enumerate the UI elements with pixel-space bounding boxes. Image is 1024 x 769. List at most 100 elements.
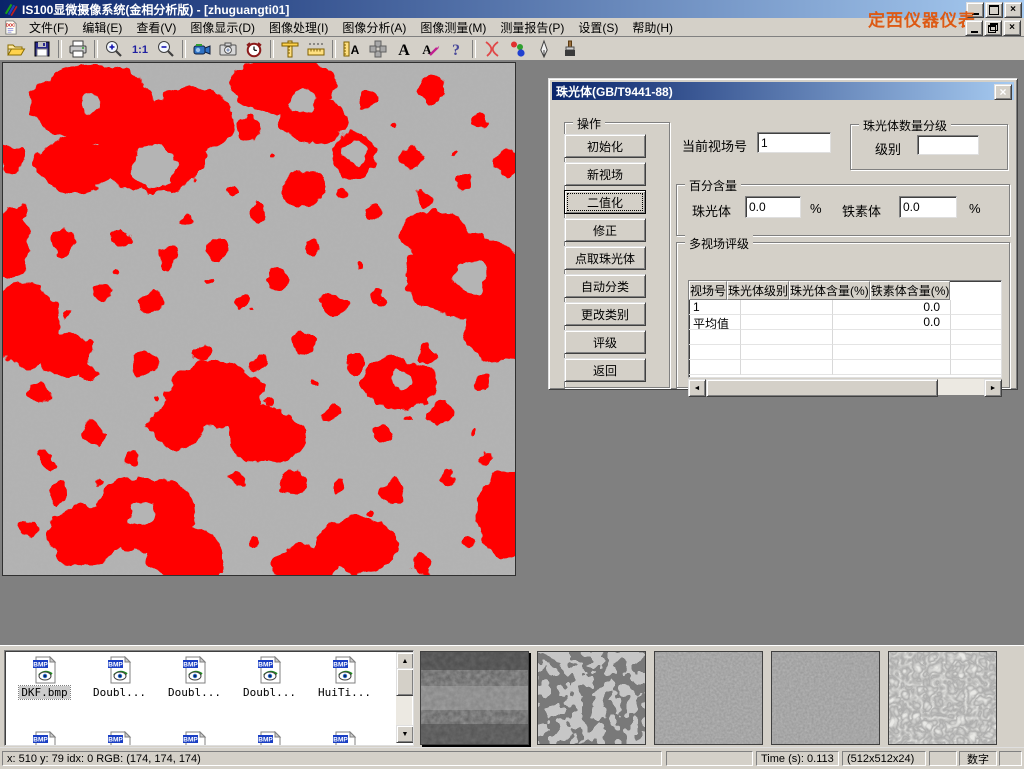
rating-table-header-cell[interactable]: 珠光体级别 (727, 281, 789, 300)
toolbar-button-curve[interactable] (479, 38, 505, 60)
toolbar-button-timer[interactable] (241, 38, 267, 60)
toolbar-button-brush[interactable] (557, 38, 583, 60)
file-item[interactable] (7, 731, 82, 746)
scroll-right-arrow-icon[interactable]: ► (984, 379, 1002, 397)
bmp-file-icon (332, 656, 358, 684)
rating-table-header-cell[interactable]: 铁素体含量(%) (870, 281, 951, 300)
toolbar-button-probe[interactable] (531, 38, 557, 60)
file-item[interactable]: Doubl... (82, 656, 157, 699)
menu-item[interactable]: 测量报告(P) (493, 17, 571, 38)
file-item[interactable]: Doubl... (232, 656, 307, 699)
operation-group-label: 操作 (573, 115, 605, 132)
menu-item[interactable]: 帮助(H) (625, 17, 680, 38)
current-field-label: 当前视场号 (682, 136, 747, 155)
file-name-label: Doubl... (91, 686, 148, 699)
menu-item[interactable]: 图像处理(I) (262, 17, 335, 38)
menu-item[interactable]: 文件(F) (22, 17, 75, 38)
close-button[interactable]: × (1004, 2, 1022, 18)
table-row[interactable] (689, 360, 1002, 375)
operation-button[interactable]: 初始化 (564, 134, 646, 158)
toolbar-button-open[interactable] (3, 38, 29, 60)
workspace: 珠光体(GB/T9441-88) × 操作 初始化 新视场 二值化 修正 点取珠… (0, 61, 1024, 645)
thumbnail-preview-4[interactable] (771, 651, 880, 745)
toolbar-button-caliper[interactable] (277, 38, 303, 60)
document-icon[interactable]: DOC (3, 20, 18, 35)
h-scroll-thumb[interactable] (706, 379, 938, 397)
toolbar-button-save[interactable] (29, 38, 55, 60)
table-cell-field (689, 345, 741, 360)
menu-item[interactable]: 图像测量(M) (413, 17, 493, 38)
table-h-scrollbar[interactable]: ◄ ► (688, 379, 1002, 395)
table-row[interactable] (689, 330, 1002, 345)
maximize-button[interactable] (985, 2, 1003, 18)
file-item[interactable]: DKF.bmp (7, 656, 82, 699)
current-field-input[interactable] (757, 132, 831, 153)
minimize-button[interactable] (966, 2, 984, 18)
thumbnail-preview-3[interactable] (654, 651, 763, 745)
v-scroll-thumb[interactable] (396, 668, 414, 696)
toolbar-button-annotate[interactable]: A (417, 38, 443, 60)
bmp-file-icon (107, 656, 133, 684)
menu-item[interactable]: 编辑(E) (75, 17, 129, 38)
bmp-file-icon (182, 656, 208, 684)
status-panel-empty-1 (666, 751, 753, 766)
thumbnail-preview-5[interactable] (888, 651, 997, 745)
rating-table-header-cell[interactable]: 视场号 (689, 281, 727, 300)
operation-button[interactable]: 返回 (564, 358, 646, 382)
operation-button[interactable]: 评级 (564, 330, 646, 354)
dialog-close-button[interactable]: × (994, 84, 1012, 100)
svg-text:A: A (398, 42, 410, 59)
table-row[interactable]: 1 0.0 (689, 300, 1002, 315)
menu-item[interactable]: 图像显示(D) (183, 17, 262, 38)
file-item[interactable]: HuiTi... (307, 656, 382, 699)
scroll-left-arrow-icon[interactable]: ◄ (688, 379, 706, 397)
pearlite-percent-input[interactable] (745, 196, 801, 218)
toolbar-button-print[interactable] (65, 38, 91, 60)
toolbar-button-capture[interactable] (215, 38, 241, 60)
mdi-restore-button[interactable] (984, 20, 1002, 36)
help-icon: ? (446, 39, 466, 59)
toolbar-button-text[interactable]: A (391, 38, 417, 60)
table-row[interactable]: 平均值 0.0 (689, 315, 1002, 330)
mdi-minimize-button[interactable] (965, 20, 983, 36)
bmp-file-icon (182, 731, 208, 746)
toolbar-button-actual-size[interactable]: 1:1 (127, 38, 153, 60)
table-row[interactable] (689, 345, 1002, 360)
menu-item[interactable]: 设置(S) (571, 17, 625, 38)
bottom-panel: DKF.bmp Doubl... Doubl... Doubl... (0, 645, 1024, 748)
file-list[interactable]: DKF.bmp Doubl... Doubl... Doubl... (4, 650, 414, 746)
level-input[interactable] (917, 135, 979, 155)
operation-button[interactable]: 自动分类 (564, 274, 646, 298)
micrograph-image[interactable] (2, 62, 516, 576)
toolbar-button-video[interactable] (189, 38, 215, 60)
file-item[interactable] (157, 731, 232, 746)
scroll-down-arrow-icon[interactable]: ▼ (396, 725, 414, 743)
probe-icon (534, 39, 554, 59)
toolbar-button-help[interactable]: ? (443, 38, 469, 60)
zoom-in-icon (104, 39, 124, 59)
menu-item[interactable]: 图像分析(A) (335, 17, 413, 38)
toolbar-button-ruler[interactable] (303, 38, 329, 60)
ferrite-percent-input[interactable] (899, 196, 957, 218)
mdi-close-button[interactable]: × (1003, 20, 1021, 36)
thumbnail-preview-1[interactable] (420, 651, 529, 745)
file-list-scrollbar[interactable]: ▲ ▼ (396, 652, 412, 743)
operation-button[interactable]: 二值化 (564, 190, 646, 214)
operation-button[interactable]: 点取珠光体 (564, 246, 646, 270)
file-item[interactable] (232, 731, 307, 746)
toolbar-button-grid[interactable] (365, 38, 391, 60)
toolbar-button-zoom-out[interactable] (153, 38, 179, 60)
toolbar-button-measure-text[interactable]: A (339, 38, 365, 60)
rating-table[interactable]: 视场号珠光体级别珠光体含量(%)铁素体含量(%) 1 0.0 平均值 (688, 280, 1002, 378)
rating-table-header-cell[interactable]: 珠光体含量(%) (789, 281, 870, 300)
operation-button[interactable]: 修正 (564, 218, 646, 242)
toolbar-button-zoom-in[interactable] (101, 38, 127, 60)
file-item[interactable] (82, 731, 157, 746)
toolbar-button-particles[interactable] (505, 38, 531, 60)
operation-button[interactable]: 更改类别 (564, 302, 646, 326)
thumbnail-preview-2[interactable] (537, 651, 646, 745)
operation-button[interactable]: 新视场 (564, 162, 646, 186)
file-item[interactable] (307, 731, 382, 746)
file-item[interactable]: Doubl... (157, 656, 232, 699)
menu-item[interactable]: 查看(V) (129, 17, 183, 38)
